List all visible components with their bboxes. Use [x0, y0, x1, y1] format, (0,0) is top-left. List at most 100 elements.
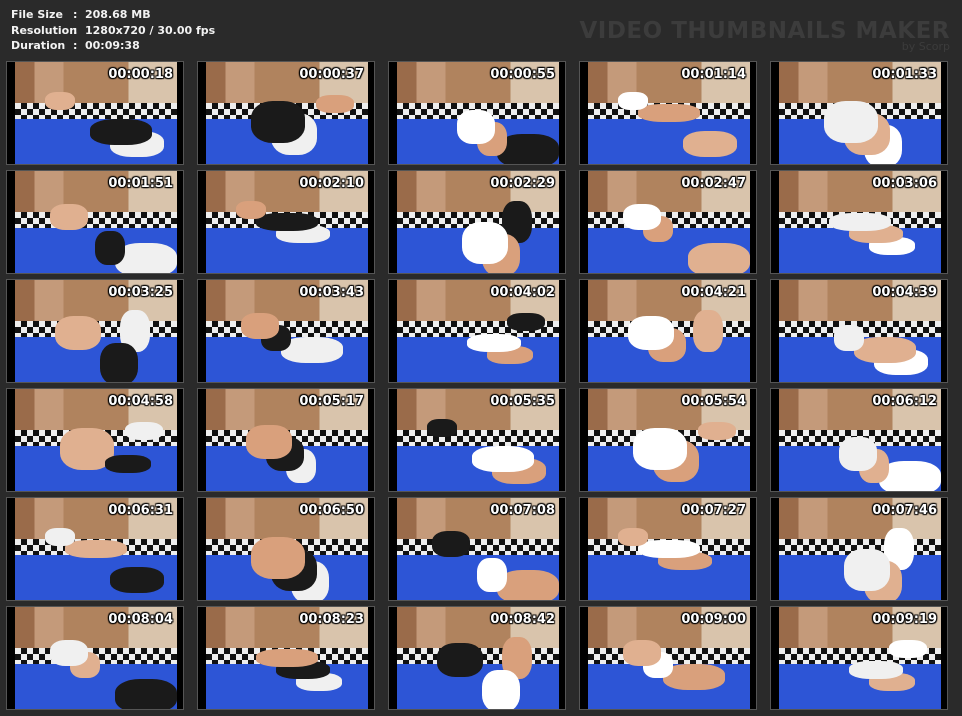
- figure-shape: [844, 549, 890, 591]
- video-thumbnail[interactable]: 00:03:25: [6, 279, 184, 383]
- video-thumbnail[interactable]: 00:04:02: [388, 279, 566, 383]
- timestamp-label: 00:04:39: [872, 285, 937, 300]
- figure-shape: [90, 119, 152, 145]
- video-thumbnail[interactable]: 00:03:43: [197, 279, 375, 383]
- checkered-floor: [15, 102, 177, 120]
- figure-shape: [507, 313, 545, 331]
- figure-shape: [839, 437, 877, 471]
- figure-shape: [628, 316, 674, 350]
- video-thumbnail[interactable]: 00:07:46: [770, 497, 948, 601]
- figure-shape: [482, 670, 520, 709]
- figure-shape: [457, 110, 495, 144]
- figure-shape: [45, 528, 75, 546]
- figure-shape: [55, 316, 101, 350]
- figure-shape: [618, 528, 648, 546]
- resolution-row: Resolution : 1280x720 / 30.00 fps: [11, 23, 215, 39]
- timestamp-label: 00:05:35: [490, 394, 555, 409]
- timestamp-label: 00:05:54: [681, 394, 746, 409]
- video-thumbnail[interactable]: 00:02:29: [388, 170, 566, 274]
- timestamp-label: 00:09:19: [872, 612, 937, 627]
- thumbnail-grid: 00:00:18 00:00:37 00:00:55 00:01:14 00:01:33…: [6, 61, 956, 711]
- file-size-label: File Size: [11, 8, 63, 21]
- figure-shape: [834, 325, 864, 351]
- video-thumbnail[interactable]: 00:04:21: [579, 279, 757, 383]
- video-thumbnail[interactable]: 00:06:31: [6, 497, 184, 601]
- timestamp-label: 00:03:43: [299, 285, 364, 300]
- timestamp-label: 00:04:21: [681, 285, 746, 300]
- resolution-label: Resolution: [11, 23, 78, 37]
- figure-shape: [100, 343, 138, 382]
- timestamp-label: 00:04:58: [108, 394, 173, 409]
- video-thumbnail[interactable]: 00:01:14: [579, 61, 757, 165]
- timestamp-label: 00:02:10: [299, 176, 364, 191]
- separator: :: [73, 23, 78, 37]
- video-thumbnail[interactable]: 00:00:18: [6, 61, 184, 165]
- video-thumbnail[interactable]: 00:03:06: [770, 170, 948, 274]
- file-size-row: File Size : 208.68 MB: [11, 7, 215, 23]
- video-thumbnail[interactable]: 00:08:42: [388, 606, 566, 710]
- figure-shape: [256, 213, 318, 231]
- figure-shape: [638, 104, 700, 122]
- timestamp-label: 00:05:17: [299, 394, 364, 409]
- figure-shape: [115, 679, 177, 709]
- figure-shape: [432, 531, 470, 557]
- timestamp-label: 00:09:00: [681, 612, 746, 627]
- figure-shape: [50, 204, 88, 230]
- duration-label: Duration: [11, 39, 66, 52]
- video-thumbnail[interactable]: 00:02:10: [197, 170, 375, 274]
- video-thumbnail[interactable]: 00:04:58: [6, 388, 184, 492]
- video-thumbnail[interactable]: 00:02:47: [579, 170, 757, 274]
- video-thumbnail[interactable]: 00:00:37: [197, 61, 375, 165]
- figure-shape: [241, 313, 279, 339]
- figure-shape: [251, 537, 305, 579]
- video-thumbnail[interactable]: 00:09:19: [770, 606, 948, 710]
- timestamp-label: 00:02:47: [681, 176, 746, 191]
- video-thumbnail[interactable]: 00:07:08: [388, 497, 566, 601]
- video-thumbnail[interactable]: 00:08:04: [6, 606, 184, 710]
- figure-shape: [246, 425, 292, 459]
- video-thumbnail[interactable]: 00:09:00: [579, 606, 757, 710]
- figure-shape: [427, 419, 457, 437]
- figure-shape: [472, 446, 534, 472]
- figure-shape: [45, 92, 75, 110]
- timestamp-label: 00:08:04: [108, 612, 173, 627]
- figure-shape: [256, 649, 318, 667]
- timestamp-label: 00:03:25: [108, 285, 173, 300]
- video-thumbnail[interactable]: 00:07:27: [579, 497, 757, 601]
- timestamp-label: 00:08:23: [299, 612, 364, 627]
- figure-shape: [623, 204, 661, 230]
- video-thumbnail[interactable]: 00:05:35: [388, 388, 566, 492]
- figure-shape: [849, 661, 903, 679]
- video-thumbnail[interactable]: 00:01:33: [770, 61, 948, 165]
- figure-shape: [65, 540, 127, 558]
- duration-row: Duration : 00:09:38: [11, 38, 215, 54]
- separator: :: [73, 8, 78, 21]
- figure-shape: [236, 201, 266, 219]
- figure-shape: [693, 310, 723, 352]
- timestamp-label: 00:06:50: [299, 503, 364, 518]
- video-thumbnail[interactable]: 00:06:12: [770, 388, 948, 492]
- figure-shape: [688, 243, 750, 273]
- figure-shape: [95, 231, 125, 265]
- watermark: VIDEO THUMBNAILS MAKER by Scorp: [579, 18, 950, 53]
- figure-shape: [105, 455, 151, 473]
- figure-shape: [638, 540, 700, 558]
- timestamp-label: 00:06:31: [108, 503, 173, 518]
- video-thumbnail[interactable]: 00:05:54: [579, 388, 757, 492]
- video-thumbnail[interactable]: 00:04:39: [770, 279, 948, 383]
- file-size-value: 208.68 MB: [85, 8, 151, 21]
- video-thumbnail[interactable]: 00:00:55: [388, 61, 566, 165]
- figure-shape: [698, 422, 736, 440]
- video-thumbnail[interactable]: 00:06:50: [197, 497, 375, 601]
- timestamp-label: 00:06:12: [872, 394, 937, 409]
- figure-shape: [623, 640, 661, 666]
- video-thumbnail[interactable]: 00:01:51: [6, 170, 184, 274]
- video-thumbnail[interactable]: 00:05:17: [197, 388, 375, 492]
- checkered-floor: [15, 211, 177, 229]
- figure-shape: [477, 558, 507, 592]
- timestamp-label: 00:01:51: [108, 176, 173, 191]
- file-info: File Size : 208.68 MB Resolution : 1280x…: [11, 7, 215, 54]
- video-thumbnail[interactable]: 00:08:23: [197, 606, 375, 710]
- timestamp-label: 00:00:37: [299, 67, 364, 82]
- figure-shape: [316, 95, 354, 113]
